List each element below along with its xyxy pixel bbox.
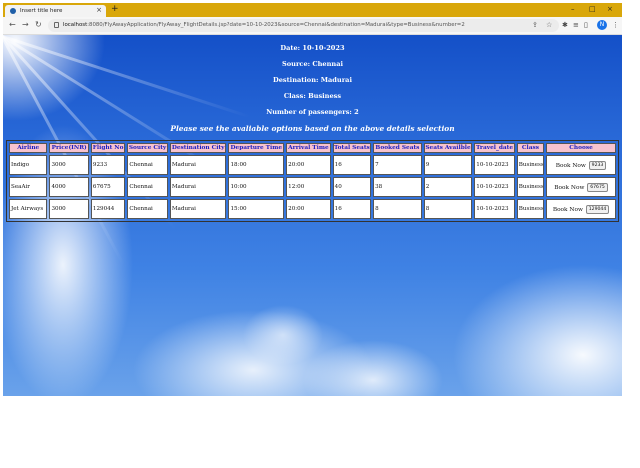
cell-booked-seats: 8: [373, 199, 422, 219]
cell-departure-time: 18:00: [228, 155, 285, 175]
cell-flight-no: 9233: [90, 155, 126, 175]
header-total-seats: Total Seats: [332, 143, 372, 153]
header-choose: Choose: [546, 143, 616, 153]
cell-airline: SeaAir: [9, 177, 48, 197]
close-window-button[interactable]: ×: [607, 4, 613, 14]
header-class: Class: [516, 143, 545, 153]
browser-toolbar: ← → ↻ localhost:8080/FlyAwayApplication/…: [3, 17, 622, 35]
date-line: Date: 10-10-2023: [280, 44, 345, 52]
cell-arrival-time: 12:00: [286, 177, 331, 197]
page-viewport: Date: 10-10-2023 Source: Chennai Destina…: [3, 35, 622, 396]
cell-travel-date: 10-10-2023: [474, 199, 515, 219]
cell-travel-date: 10-10-2023: [474, 177, 515, 197]
cell-price: 3000: [49, 199, 89, 219]
header-seats-available: Seats Availble: [423, 143, 473, 153]
cell-total-seats: 40: [332, 177, 372, 197]
table-row: Indigo 3000 9233 Chennai Madurai 18:00 2…: [9, 155, 616, 175]
cell-source-city: Chennai: [127, 155, 168, 175]
globe-icon: [10, 8, 16, 14]
table-row: Jet Airways 3000 129044 Chennai Madurai …: [9, 199, 616, 219]
cell-arrival-time: 20:00: [286, 155, 331, 175]
header-airline: Airline: [9, 143, 48, 153]
share-icon[interactable]: ⇪: [532, 21, 538, 30]
browser-window: Insert title here × + – □ × ← → ↻ localh…: [3, 3, 622, 396]
cell-booked-seats: 38: [373, 177, 422, 197]
tab-title: Insert title here: [20, 8, 63, 14]
back-button[interactable]: ←: [9, 20, 16, 30]
table-row: SeaAir 4000 67675 Chennai Madurai 10:00 …: [9, 177, 616, 197]
cell-departure-time: 15:00: [228, 199, 285, 219]
instruction-text: Please see the avaliable options based o…: [170, 124, 455, 133]
browser-tab[interactable]: Insert title here ×: [5, 5, 106, 17]
class-line: Class: Business: [283, 92, 342, 100]
table-header-row: Airline Price(INR) Flight No Source City…: [9, 143, 616, 153]
cell-seats-available: 2: [423, 177, 473, 197]
cell-booked-seats: 7: [373, 155, 422, 175]
cell-class: Business: [516, 199, 545, 219]
cell-class: Business: [516, 155, 545, 175]
cell-arrival-time: 20:00: [286, 199, 331, 219]
tab-strip: Insert title here × + – □ ×: [3, 3, 622, 17]
cell-class: Business: [516, 177, 545, 197]
cell-source-city: Chennai: [127, 177, 168, 197]
cell-seats-available: 9: [423, 155, 473, 175]
cell-destination-city: Madurai: [169, 199, 227, 219]
cell-travel-date: 10-10-2023: [474, 155, 515, 175]
cell-price: 3000: [49, 155, 89, 175]
header-booked-seats: Booked Seats: [373, 143, 422, 153]
close-tab-icon[interactable]: ×: [96, 6, 102, 15]
flights-table: Airline Price(INR) Flight No Source City…: [6, 140, 619, 222]
book-now-button[interactable]: 67675: [587, 182, 608, 192]
header-price: Price(INR): [49, 143, 89, 153]
cell-choose: Book Now 67675: [546, 177, 616, 197]
cell-airline: Indigo: [9, 155, 48, 175]
header-source-city: Source City: [127, 143, 168, 153]
star-icon[interactable]: ☆: [546, 21, 552, 30]
header-arrival-time: Arrival Time: [286, 143, 331, 153]
book-now-label: Book Now: [555, 162, 586, 169]
header-travel-date: Travel_date: [474, 143, 515, 153]
lock-icon: [54, 22, 59, 28]
header-departure-time: Departure Time: [228, 143, 285, 153]
url-text[interactable]: localhost:8080/FlyAwayApplication/FlyAwa…: [63, 21, 518, 30]
side-panel-icon[interactable]: ▯: [584, 20, 588, 30]
cell-airline: Jet Airways: [9, 199, 48, 219]
source-line: Source: Chennai: [282, 60, 343, 68]
minimize-button[interactable]: –: [571, 4, 575, 14]
address-bar[interactable]: localhost:8080/FlyAwayApplication/FlyAwa…: [48, 19, 559, 32]
book-now-button[interactable]: 129044: [585, 204, 610, 214]
reload-button[interactable]: ↻: [35, 20, 42, 30]
cell-price: 4000: [49, 177, 89, 197]
new-tab-button[interactable]: +: [111, 4, 119, 15]
header-flight-no: Flight No: [90, 143, 126, 153]
header-destination-city: Destination City: [169, 143, 227, 153]
profile-icon[interactable]: N: [597, 20, 607, 30]
cell-flight-no: 129044: [90, 199, 126, 219]
destination-line: Destination: Madurai: [273, 76, 352, 84]
extension-icon[interactable]: ✱: [562, 20, 568, 30]
cell-flight-no: 67675: [90, 177, 126, 197]
book-now-label: Book Now: [554, 184, 585, 191]
cell-total-seats: 16: [332, 199, 372, 219]
cell-destination-city: Madurai: [169, 177, 227, 197]
book-now-button[interactable]: 9233: [588, 160, 607, 170]
forward-button[interactable]: →: [22, 20, 29, 30]
passengers-line: Number of passengers: 2: [266, 108, 359, 116]
reading-list-icon[interactable]: ≡: [573, 20, 579, 30]
maximize-button[interactable]: □: [589, 4, 596, 14]
cell-choose: Book Now 129044: [546, 199, 616, 219]
cell-departure-time: 10:00: [228, 177, 285, 197]
cell-choose: Book Now 9233: [546, 155, 616, 175]
menu-icon[interactable]: ⋮: [612, 20, 619, 30]
cell-total-seats: 16: [332, 155, 372, 175]
cell-destination-city: Madurai: [169, 155, 227, 175]
cell-source-city: Chennai: [127, 199, 168, 219]
book-now-label: Book Now: [552, 206, 583, 213]
cell-seats-available: 8: [423, 199, 473, 219]
